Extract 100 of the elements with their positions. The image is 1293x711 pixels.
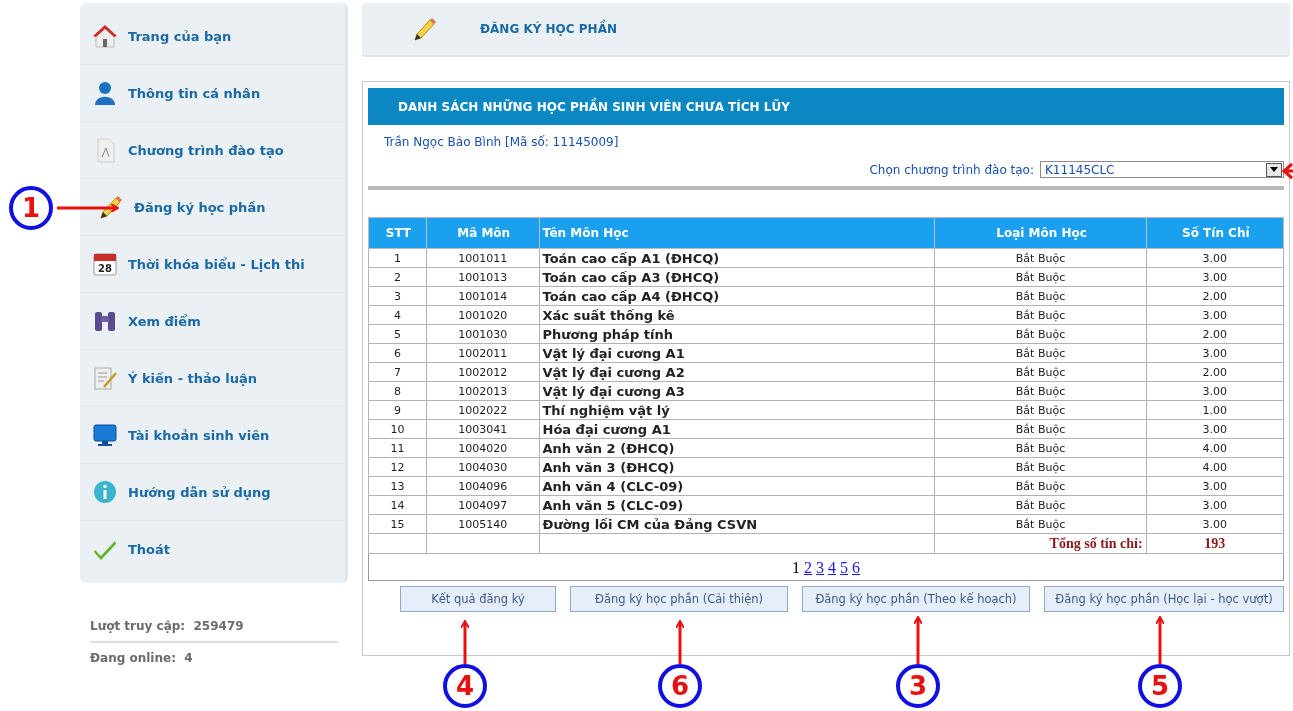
table-cell: 1002022 (426, 400, 539, 420)
sidebar-item[interactable]: Tài khoản sinh viên (80, 407, 345, 464)
table-cell: 1001020 (426, 305, 539, 325)
table-cell: 3.00 (1146, 381, 1284, 401)
table-cell: Thí nghiệm vật lý (539, 400, 935, 420)
table-cell: 3.00 (1146, 495, 1284, 515)
table-cell: Hóa đại cương A1 (539, 419, 935, 439)
table-cell: Đường lối CM của Đảng CSVN (539, 514, 935, 534)
pencil-icon (412, 16, 438, 42)
sidebar-item[interactable]: Trang của bạn (80, 8, 345, 65)
page-link[interactable]: 6 (852, 558, 860, 576)
table-cell: 1005140 (426, 514, 539, 534)
table-cell: 4.00 (1146, 457, 1284, 477)
table-cell: 3 (368, 286, 427, 306)
student-info: Trần Ngọc Bảo Bình [Mã số: 11145009] (383, 134, 620, 149)
total-value: 193 (1146, 533, 1284, 554)
table-cell: 1004030 (426, 457, 539, 477)
table-cell: Bắt Buộc (935, 457, 1147, 477)
table-cell: 1001013 (426, 267, 539, 287)
table-cell: Bắt Buộc (935, 248, 1147, 268)
sidebar-item[interactable]: Đăng ký học phần (80, 179, 345, 236)
table-cell: Xác suất thống kê (539, 305, 935, 325)
table-cell: 1002011 (426, 343, 539, 363)
table-cell: Bắt Buộc (935, 400, 1147, 420)
column-header: STT (368, 217, 427, 249)
select-label: Chọn chương trình đào tạo: (869, 162, 1034, 177)
table-cell: 1001030 (426, 324, 539, 344)
table-cell: Toán cao cấp A4 (ĐHCQ) (539, 286, 935, 306)
stat-text: Lượt truy cập: 259479 (90, 611, 338, 643)
table-cell: 2.00 (1146, 286, 1284, 306)
table-cell: Vật lý đại cương A2 (539, 362, 935, 382)
table-cell: 1004097 (426, 495, 539, 515)
annotation-number: 5 (1138, 664, 1182, 708)
action-button[interactable]: Đăng ký học phần (Học lại - học vượt) (1044, 586, 1284, 612)
sidebar-item[interactable]: Thông tin cá nhân (80, 65, 345, 122)
program-select[interactable]: K11145CLC (1040, 161, 1284, 178)
info-icon (92, 479, 118, 505)
sidebar-item[interactable]: 28 Thời khóa biểu - Lịch thi (80, 236, 345, 293)
page-link[interactable]: 2 (804, 558, 812, 576)
table-cell: Bắt Buộc (935, 514, 1147, 534)
sidebar-item[interactable]: Xem điểm (80, 293, 345, 350)
table-cell: 2 (368, 267, 427, 287)
annotation-number: 1 (9, 186, 53, 230)
page-link[interactable]: 5 (840, 558, 848, 576)
table-cell: Bắt Buộc (935, 286, 1147, 306)
page-link[interactable]: 1 (792, 558, 800, 576)
table-cell: Bắt Buộc (935, 381, 1147, 401)
table-cell: 2.00 (1146, 324, 1284, 344)
table-cell: 4.00 (1146, 438, 1284, 458)
stat-text: Đang online: 4 (90, 650, 194, 667)
calendar-icon: 28 (92, 251, 118, 277)
pencil-icon (98, 194, 124, 220)
table-cell: Bắt Buộc (935, 476, 1147, 496)
action-button[interactable]: Đăng ký học phần (Theo kế hoạch) (802, 586, 1030, 612)
sidebar-item[interactable]: Ý kiến - thảo luận (80, 350, 345, 407)
table-cell: 14 (368, 495, 427, 515)
table-cell: 8 (368, 381, 427, 401)
column-header: Mã Môn (426, 217, 539, 249)
table-cell: 11 (368, 438, 427, 458)
total-label: Tổng số tín chỉ: (935, 533, 1147, 554)
table-cell: 15 (368, 514, 427, 534)
table-cell: Bắt Buộc (935, 495, 1147, 515)
table-cell: 1001014 (426, 286, 539, 306)
table-cell: 3.00 (1146, 419, 1284, 439)
table-cell: 3.00 (1146, 248, 1284, 268)
table-cell: Bắt Buộc (935, 419, 1147, 439)
table-cell: Bắt Buộc (935, 305, 1147, 325)
table-cell: Anh văn 4 (CLC-09) (539, 476, 935, 496)
table-cell: 1003041 (426, 419, 539, 439)
table-cell: 3.00 (1146, 305, 1284, 325)
annotation-number: 4 (443, 664, 487, 708)
table-cell: 1004020 (426, 438, 539, 458)
person-icon (92, 80, 118, 106)
page-link[interactable]: 3 (816, 558, 824, 576)
table-cell: Anh văn 3 (ĐHCQ) (539, 457, 935, 477)
table-cell: 7 (368, 362, 427, 382)
table-cell: 5 (368, 324, 427, 344)
table-cell: 13 (368, 476, 427, 496)
table-cell: Bắt Buộc (935, 362, 1147, 382)
panel-title: DANH SÁCH NHỮNG HỌC PHẦN SINH VIÊN CHƯA TÍCH LŨY (368, 88, 1284, 125)
table-cell: Vật lý đại cương A1 (539, 343, 935, 363)
page-link[interactable]: 4 (828, 558, 836, 576)
action-button[interactable]: Đăng ký học phần (Cải thiện) (570, 586, 788, 612)
table-cell: 4 (368, 305, 427, 325)
table-cell: Bắt Buộc (935, 438, 1147, 458)
sidebar-item[interactable]: Thoát (80, 521, 345, 577)
house-icon (92, 23, 118, 49)
table-cell: 1001011 (426, 248, 539, 268)
table-cell: 3.00 (1146, 267, 1284, 287)
column-header: Tên Môn Học (539, 217, 935, 249)
annotation-number: 3 (896, 664, 940, 708)
sidebar-item[interactable]: Hướng dẫn sử dụng (80, 464, 345, 521)
column-header: Số Tín Chỉ (1146, 217, 1284, 249)
table-cell: Toán cao cấp A1 (ĐHCQ) (539, 248, 935, 268)
notepad-pen-icon (92, 365, 118, 391)
table-cell: Toán cao cấp A3 (ĐHCQ) (539, 267, 935, 287)
annotation-number: 6 (658, 664, 702, 708)
monitor-icon (92, 422, 118, 448)
sidebar-item[interactable]: Chương trình đào tạo (80, 122, 345, 179)
action-button[interactable]: Kết quả đăng ký (400, 586, 556, 612)
